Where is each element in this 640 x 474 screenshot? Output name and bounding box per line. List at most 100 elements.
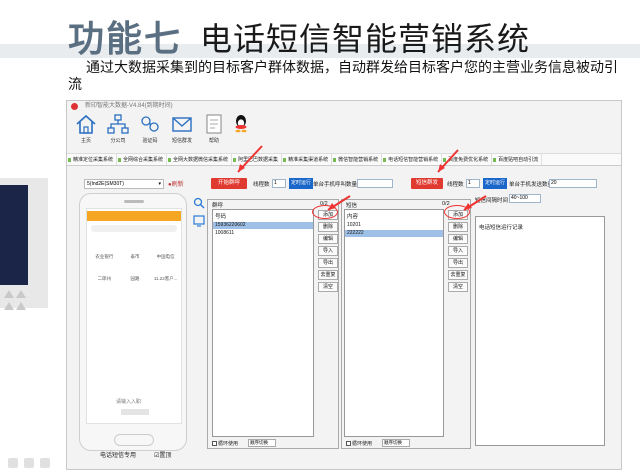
highlight-ellipse	[444, 205, 470, 219]
menu-icon[interactable]	[40, 458, 50, 468]
run-log-title: 电话短信运行记录	[479, 225, 524, 231]
screen-icon[interactable]	[193, 215, 205, 227]
call-export-button[interactable]: 导出	[318, 258, 338, 268]
sms-delete-button[interactable]: 删除	[448, 222, 468, 232]
sms-list-panel: 短信 0/2 内容 10201 222222 添加 删除 编辑 导入 导出 去重…	[341, 199, 471, 449]
refresh-button[interactable]: ●刷新	[168, 179, 184, 188]
slide-header: 功能七 电话短信智能营销系统	[0, 6, 640, 60]
feature-tabs: 精准定位采集系统 全网综合采集系统 全网大数据微信采集系统 阿里巴巴数据采集 精…	[67, 153, 621, 166]
phone-screen-row: 农业银行 泰市 中国电信	[89, 251, 181, 262]
device-select[interactable]: 5(Ind2E(SM30T) ▾	[84, 179, 164, 189]
device-select-value: 5(Ind2E(SM30T)	[87, 181, 124, 187]
sms-thread-input[interactable]: 1	[466, 179, 480, 188]
phone-caption: 电话短信专用	[100, 453, 137, 459]
call-number-list[interactable]: 号码 15936220602 1008611	[212, 209, 314, 437]
sms-column-header: 内容	[347, 214, 359, 220]
sms-timer-button[interactable]: 定时运行	[483, 178, 507, 189]
decor-triangle	[4, 302, 14, 310]
qq-penguin-icon	[235, 115, 247, 133]
list-item[interactable]: 10201	[345, 222, 443, 229]
refresh-label: 刷新	[171, 182, 184, 188]
toolbar-sms-button[interactable]: 短信群发	[167, 111, 197, 144]
pin-top-checkbox[interactable]: ☑置顶	[154, 450, 171, 459]
app-titlebar: 新印智能大数据-V4.84(到期时间)	[67, 101, 621, 111]
prev-slide-icon[interactable]	[8, 458, 18, 468]
tab-wechat-collection[interactable]: 全网大数据微信采集系统	[167, 154, 233, 165]
slide-description: 通过大数据采集到的目标客户群体数据，自动群发给目标客户您的主营业务信息被动引流	[68, 60, 628, 94]
slide-title-number: 功能七	[68, 19, 183, 60]
call-dedupe-button[interactable]: 去重复	[318, 270, 338, 280]
pen-icon[interactable]	[24, 458, 34, 468]
tab-alibaba-collection[interactable]: 阿里巴巴数据采集	[232, 154, 283, 165]
toolbar-home-label: 主页	[80, 138, 91, 144]
call-order-select[interactable]: 顺序切换	[248, 439, 276, 447]
call-per-phone-input[interactable]	[357, 179, 393, 188]
sms-loop-checkbox[interactable]: 循环使用	[346, 440, 372, 447]
tab-baidu-optimization[interactable]: 百度免费优化系统	[442, 154, 493, 165]
call-import-button[interactable]: 导入	[318, 246, 338, 256]
tab-phone-sms-marketing[interactable]: 电话短信智能营销系统	[382, 154, 443, 165]
toolbar-org-label: 分公司	[110, 138, 126, 144]
slide-description-text: 通过大数据采集到的目标客户群体数据，自动群发给目标客户您的主营业务信息被动引流	[68, 60, 618, 93]
checkbox-icon	[212, 441, 217, 446]
app-toolbar: 主页 分公司 验证码 短信群发 帮助	[67, 111, 621, 153]
call-clear-button[interactable]: 清空	[318, 282, 338, 292]
tab-wechat-marketing[interactable]: 微信智能营销系统	[332, 154, 383, 165]
sms-per-phone-input[interactable]: 20	[549, 179, 597, 188]
call-thread-input[interactable]: 1	[272, 179, 286, 188]
toolbar-home-button[interactable]: 主页	[71, 111, 101, 144]
run-log-panel[interactable]: 电话短信运行记录	[475, 216, 605, 446]
sms-interval-input[interactable]: 40~100	[509, 194, 541, 203]
phone-screen[interactable]: 农业银行 泰市 中国电信 二郎州 园路 11.22客户...	[86, 208, 182, 424]
phone-cell: 农业银行	[95, 254, 114, 259]
call-list-panel: 群呼 0/2 号码 15936220602 1008611 添加 删除 编辑 导…	[207, 199, 339, 449]
sms-import-button[interactable]: 导入	[448, 246, 468, 256]
decor-navy-block	[0, 185, 28, 285]
pin-top-label: 置顶	[159, 453, 172, 459]
sms-clear-button[interactable]: 清空	[448, 282, 468, 292]
toolbar-code-button[interactable]: 验证码	[135, 111, 165, 144]
call-loop-checkbox[interactable]: 循环使用	[212, 440, 238, 447]
call-timer-button[interactable]: 定时运行	[289, 178, 313, 189]
decor-triangle	[16, 302, 26, 310]
tab-precise-location[interactable]: 精准定位采集系统	[67, 154, 118, 165]
decor-triangle	[4, 290, 14, 298]
slide-controls	[8, 458, 50, 468]
code-icon	[141, 116, 159, 132]
sms-order-select[interactable]: 顺序切换	[382, 439, 410, 447]
sms-per-phone-label: 单台手机发送数量	[509, 182, 554, 188]
app-window-title: 新印智能大数据-V4.84(到期时间)	[85, 103, 173, 109]
toolbar-help-label: 帮助	[208, 138, 219, 144]
highlight-ellipse	[312, 205, 338, 219]
chevron-down-icon: ▾	[158, 181, 161, 187]
tab-channel-collection[interactable]: 精准采集渠道系统	[282, 154, 333, 165]
tab-network-collection[interactable]: 全网综合采集系统	[117, 154, 168, 165]
sms-dedupe-button[interactable]: 去重复	[448, 270, 468, 280]
phone-speaker	[124, 200, 144, 203]
sms-edit-button[interactable]: 编辑	[448, 234, 468, 244]
tab-baidu-tieba[interactable]: 百度贴吧自动引流	[492, 154, 543, 165]
phone-mirror[interactable]: 农业银行 泰市 中国电信 二郎州 园路 11.22客户... 请输入入职	[79, 193, 187, 451]
sms-thread-label: 线程数	[447, 182, 464, 188]
list-item[interactable]: 222222	[345, 230, 443, 237]
toolbar-help-button[interactable]: 帮助	[199, 111, 229, 144]
phone-cell: 园路	[130, 276, 140, 281]
start-sms-button[interactable]: 短信群发	[411, 178, 443, 189]
list-item[interactable]: 15936220602	[213, 222, 313, 229]
home-icon	[76, 114, 96, 134]
start-call-button[interactable]: 开始群呼	[211, 178, 247, 189]
phone-footer-text: 请输入入职	[116, 399, 142, 405]
sms-content-list[interactable]: 内容 10201 222222	[344, 209, 444, 437]
call-thread-label: 线程数	[253, 182, 270, 188]
call-delete-button[interactable]: 删除	[318, 222, 338, 232]
call-edit-button[interactable]: 编辑	[318, 234, 338, 244]
phone-search-bar	[91, 225, 177, 232]
sms-export-button[interactable]: 导出	[448, 258, 468, 268]
toolbar-org-button[interactable]: 分公司	[103, 111, 133, 144]
phone-home-button[interactable]	[114, 434, 154, 446]
app-window: 新印智能大数据-V4.84(到期时间) 主页 分公司 验证码 短信群发 帮助 精…	[66, 100, 622, 470]
search-icon[interactable]	[193, 197, 205, 209]
phone-cell: 泰市	[130, 254, 140, 259]
list-item[interactable]: 1008611	[213, 230, 313, 237]
qq-button[interactable]	[231, 111, 251, 137]
